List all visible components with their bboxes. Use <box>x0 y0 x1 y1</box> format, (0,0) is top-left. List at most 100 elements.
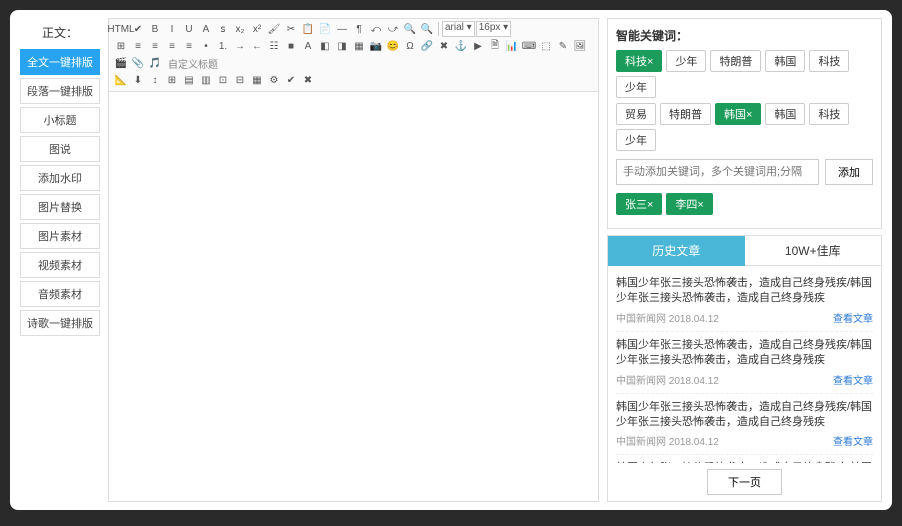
tb-r2-27[interactable]: 🖼 <box>572 38 588 54</box>
tab-10w[interactable]: 10W+佳库 <box>745 236 882 266</box>
keyword-tag[interactable]: 张三× <box>616 193 662 215</box>
sidebar-item-3[interactable]: 图说 <box>20 136 100 162</box>
tb-r2-1[interactable]: ≡ <box>130 38 146 54</box>
tb-r2-12[interactable]: ◧ <box>317 38 333 54</box>
tb-r2-15[interactable]: 📷 <box>368 38 384 54</box>
tab-history[interactable]: 历史文章 <box>608 236 745 266</box>
tb-r1-15[interactable]: ⤺ <box>368 21 384 37</box>
tb-r1-1[interactable]: ✔ <box>130 21 146 37</box>
tb-r2-25[interactable]: ⬚ <box>538 38 554 54</box>
sidebar-item-6[interactable]: 图片素材 <box>20 223 100 249</box>
tb-r2-26[interactable]: ✎ <box>555 38 571 54</box>
tb-r2-16[interactable]: 😊 <box>385 38 401 54</box>
tb-r1-17[interactable]: 🔍 <box>402 21 418 37</box>
tb-r1-2[interactable]: B <box>147 21 163 37</box>
tb-r2-13[interactable]: ◨ <box>334 38 350 54</box>
keyword-tag[interactable]: 科技 <box>809 103 849 125</box>
sidebar-item-0[interactable]: 全文一键排版 <box>20 49 100 75</box>
keyword-tag[interactable]: 贸易 <box>616 103 656 125</box>
tb-r2-30[interactable]: 🎵 <box>147 55 163 71</box>
article-item: 韩国少年张三接头恐怖袭击，造成自己终身残疾/韩国少年张三接头恐怖袭击，造成自己终… <box>616 270 873 332</box>
tb-r2-28[interactable]: 🎬 <box>113 55 129 71</box>
tb-r2-0[interactable]: ⊞ <box>113 38 129 54</box>
tb-r2-2[interactable]: ≡ <box>147 38 163 54</box>
font-select[interactable]: arial ▾ <box>442 21 475 37</box>
tb-r2-9[interactable]: ☷ <box>266 38 282 54</box>
tb-r2-22[interactable]: 🗎 <box>487 38 503 54</box>
keyword-tag[interactable]: 少年 <box>666 50 706 72</box>
tb-r1-10[interactable]: ✂ <box>283 21 299 37</box>
tb-r1-4[interactable]: U <box>181 21 197 37</box>
tb-r2-6[interactable]: 1. <box>215 38 231 54</box>
view-article-link[interactable]: 查看文章 <box>833 372 873 387</box>
sidebar-item-1[interactable]: 段落一键排版 <box>20 78 100 104</box>
tb-r1-12[interactable]: 📄 <box>317 21 333 37</box>
tb-r2-29[interactable]: 📎 <box>130 55 146 71</box>
tb-r1-8[interactable]: x² <box>249 21 265 37</box>
sidebar-item-8[interactable]: 音频素材 <box>20 281 100 307</box>
tb-r2-20[interactable]: ⚓ <box>453 38 469 54</box>
keyword-tag[interactable]: 特朗普 <box>660 103 711 125</box>
tb-r1-3[interactable]: I <box>164 21 180 37</box>
tb-r1-14[interactable]: ¶ <box>351 21 367 37</box>
tb-r2-21[interactable]: ▶ <box>470 38 486 54</box>
keyword-tag[interactable]: 科技× <box>616 50 662 72</box>
tb-r3-10[interactable]: ✔ <box>283 72 299 88</box>
view-article-link[interactable]: 查看文章 <box>833 310 873 325</box>
tb-r2-4[interactable]: ≡ <box>181 38 197 54</box>
tb-r2-18[interactable]: 🔗 <box>419 38 435 54</box>
tb-r2-5[interactable]: • <box>198 38 214 54</box>
tb-r1-13[interactable]: — <box>334 21 350 37</box>
keyword-tag[interactable]: 科技 <box>809 50 849 72</box>
keyword-tag[interactable]: 韩国 <box>765 103 805 125</box>
tb-r1-18[interactable]: 🔍 <box>419 21 435 37</box>
history-tabs: 历史文章 10W+佳库 <box>608 236 881 266</box>
tb-r1-6[interactable]: ꜱ <box>215 21 231 37</box>
sidebar-item-4[interactable]: 添加水印 <box>20 165 100 191</box>
tb-r2-8[interactable]: ← <box>249 38 265 54</box>
keyword-input[interactable] <box>616 159 819 185</box>
keyword-tag[interactable]: 特朗普 <box>710 50 761 72</box>
keyword-tag[interactable]: 少年 <box>616 76 656 98</box>
tb-r1-9[interactable]: 🖌 <box>266 21 282 37</box>
tb-r1-0[interactable]: HTML <box>113 21 129 37</box>
tb-r2-19[interactable]: ✖ <box>436 38 452 54</box>
size-select[interactable]: 16px ▾ <box>476 21 511 37</box>
tb-r3-11[interactable]: ✖ <box>300 72 316 88</box>
tb-r2-3[interactable]: ≡ <box>164 38 180 54</box>
tb-r2-7[interactable]: → <box>232 38 248 54</box>
keyword-tag[interactable]: 少年 <box>616 129 656 151</box>
tb-r3-5[interactable]: ▥ <box>198 72 214 88</box>
tb-r3-2[interactable]: ↕ <box>147 72 163 88</box>
tb-r3-1[interactable]: ⬇ <box>130 72 146 88</box>
tb-r1-11[interactable]: 📋 <box>300 21 316 37</box>
tb-r3-8[interactable]: ▦ <box>249 72 265 88</box>
tb-r2-11[interactable]: A <box>300 38 316 54</box>
tb-r2-17[interactable]: Ω <box>402 38 418 54</box>
sidebar-item-2[interactable]: 小标题 <box>20 107 100 133</box>
tb-r2-14[interactable]: ▦ <box>351 38 367 54</box>
next-page-button[interactable]: 下一页 <box>707 469 782 495</box>
tb-r3-9[interactable]: ⚙ <box>266 72 282 88</box>
tb-r3-3[interactable]: ⊞ <box>164 72 180 88</box>
sidebar-item-7[interactable]: 视频素材 <box>20 252 100 278</box>
tb-r1-7[interactable]: x₂ <box>232 21 248 37</box>
tb-r3-0[interactable]: 📐 <box>113 72 129 88</box>
tb-r3-4[interactable]: ▤ <box>181 72 197 88</box>
keyword-add-button[interactable]: 添加 <box>825 159 873 185</box>
sidebar-item-5[interactable]: 图片替换 <box>20 194 100 220</box>
tb-r2-10[interactable]: ■ <box>283 38 299 54</box>
editor-body[interactable] <box>109 92 598 501</box>
tb-r2-24[interactable]: ⌨ <box>521 38 537 54</box>
sidebar-item-9[interactable]: 诗歌一键排版 <box>20 310 100 336</box>
tb-r2-23[interactable]: 📊 <box>504 38 520 54</box>
tb-r3-7[interactable]: ⊟ <box>232 72 248 88</box>
view-article-link[interactable]: 查看文章 <box>833 433 873 448</box>
article-item: 韩国少年张三接头恐怖袭击，造成自己终身残疾/韩国少年张三接头恐怖袭击，造成自己终… <box>616 332 873 394</box>
keyword-tag[interactable]: 韩国× <box>715 103 761 125</box>
tb-r1-5[interactable]: A <box>198 21 214 37</box>
tb-r1-16[interactable]: ⤻ <box>385 21 401 37</box>
keyword-tag[interactable]: 李四× <box>666 193 712 215</box>
tb-r3-6[interactable]: ⊡ <box>215 72 231 88</box>
keyword-tag[interactable]: 韩国 <box>765 50 805 72</box>
